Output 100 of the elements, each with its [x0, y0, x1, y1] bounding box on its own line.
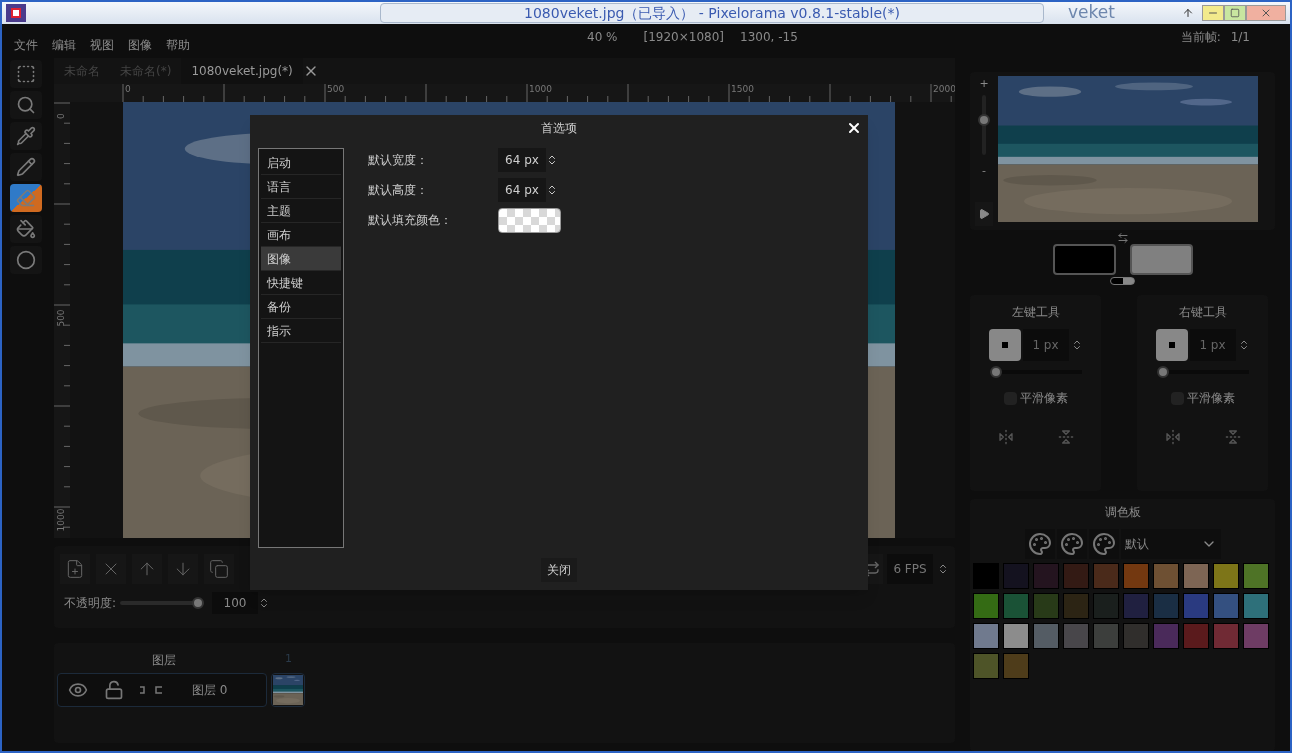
number-field[interactable]: 64 px — [498, 178, 546, 202]
color-swatch[interactable] — [1123, 593, 1149, 619]
brush-size-slider[interactable] — [1156, 365, 1249, 379]
tool-button[interactable] — [10, 153, 42, 181]
menu-item[interactable]: 文件 — [14, 36, 38, 54]
shading-icon — [16, 250, 36, 270]
reset-colors-toggle[interactable] — [1110, 277, 1135, 285]
ruler-label: 500 — [56, 308, 66, 329]
layer-action-button[interactable] — [96, 554, 126, 584]
add-file-icon — [65, 559, 85, 579]
zoom-out-label[interactable]: - — [982, 162, 986, 179]
color-button[interactable] — [1052, 244, 1116, 275]
color-swatch[interactable] — [1153, 623, 1179, 649]
category-item[interactable]: 快捷键 — [261, 271, 341, 295]
tool-button[interactable] — [10, 246, 42, 274]
slider-thumb[interactable] — [192, 597, 205, 609]
checkbox-label: 平滑像素 — [1019, 390, 1068, 407]
close-dialog-button[interactable]: 关闭 — [541, 558, 577, 582]
fps-field[interactable]: 6 FPS — [887, 554, 933, 584]
menu-item[interactable]: 编辑 — [52, 36, 76, 54]
opacity-field[interactable]: 100 — [212, 592, 259, 614]
brush-size-slider[interactable] — [989, 365, 1082, 379]
category-item[interactable]: 图像 — [261, 247, 341, 271]
color-swatch[interactable] — [1153, 563, 1179, 589]
color-swatch[interactable] — [1033, 593, 1059, 619]
menu-item[interactable]: 图像 — [128, 36, 152, 54]
layer-action-button[interactable] — [168, 554, 198, 584]
color-swatch[interactable] — [1243, 563, 1269, 589]
brush-button[interactable] — [988, 329, 1021, 361]
tool-button[interactable] — [10, 122, 42, 150]
brush-size-field[interactable]: 1 px — [1189, 329, 1236, 361]
layer-action-button[interactable] — [204, 554, 234, 584]
color-swatch[interactable] — [973, 653, 999, 679]
color-swatch[interactable] — [1003, 623, 1029, 649]
arrow-up-icon[interactable] — [1182, 7, 1194, 19]
zoom-slider[interactable] — [978, 94, 990, 155]
color-swatch[interactable] — [1243, 593, 1269, 619]
tool-button[interactable] — [10, 91, 42, 119]
color-swatch[interactable] — [1093, 563, 1119, 589]
layer-action-button[interactable] — [132, 554, 162, 584]
palette-button[interactable] — [1088, 529, 1119, 559]
color-swatch[interactable] — [973, 623, 999, 649]
eye-icon[interactable] — [66, 680, 90, 700]
category-item[interactable]: 语言 — [261, 175, 341, 199]
slider-thumb[interactable] — [989, 366, 1002, 378]
slider-thumb[interactable] — [1156, 366, 1169, 378]
color-swatch[interactable] — [1033, 563, 1059, 589]
color-swatch[interactable] — [1123, 623, 1149, 649]
color-swatch[interactable] — [1063, 623, 1089, 649]
category-item[interactable]: 启动 — [261, 151, 341, 175]
brush-size-field[interactable]: 1 px — [1022, 329, 1069, 361]
color-button[interactable] — [1129, 244, 1193, 275]
category-item[interactable]: 备份 — [261, 295, 341, 319]
close-icon[interactable] — [846, 120, 862, 136]
palette-dropdown[interactable]: 默认 — [1120, 529, 1221, 559]
tool-button[interactable] — [10, 60, 42, 88]
color-swatch[interactable] — [1003, 593, 1029, 619]
color-swatch[interactable] — [1033, 623, 1059, 649]
color-swatch[interactable] — [1003, 653, 1029, 679]
color-swatch[interactable] — [1153, 593, 1179, 619]
number-field[interactable]: 64 px — [498, 148, 546, 172]
layer-row[interactable]: 图层 0 — [57, 673, 267, 707]
panel-title: 左键工具 — [1011, 304, 1060, 321]
layer-action-button[interactable] — [60, 554, 90, 584]
minimize-button[interactable] — [1202, 5, 1224, 21]
color-swatch[interactable] — [1003, 563, 1029, 589]
menu-item[interactable]: 帮助 — [166, 36, 190, 54]
link-icon[interactable] — [138, 686, 164, 694]
color-swatch[interactable] — [1093, 593, 1119, 619]
ruler-label: 0 — [56, 112, 66, 121]
category-item[interactable]: 指示 — [261, 319, 341, 343]
play-button[interactable] — [975, 202, 993, 226]
color-swatch[interactable] — [1183, 623, 1209, 649]
color-swatch[interactable] — [1213, 563, 1239, 589]
color-swatch[interactable] — [1243, 623, 1269, 649]
color-swatch[interactable] — [1123, 563, 1149, 589]
tool-button[interactable] — [10, 215, 42, 243]
slider-thumb[interactable] — [978, 113, 990, 126]
play-icon — [978, 208, 990, 220]
category-item[interactable]: 主题 — [261, 199, 341, 223]
color-swatch[interactable] — [1213, 593, 1239, 619]
color-swatch[interactable] — [1183, 563, 1209, 589]
menu-item[interactable]: 视图 — [90, 36, 114, 54]
palette-button[interactable] — [1056, 529, 1087, 559]
color-picker-button[interactable] — [498, 207, 561, 233]
color-swatch[interactable] — [973, 593, 999, 619]
brush-button[interactable] — [1155, 329, 1188, 361]
color-swatch[interactable] — [1183, 593, 1209, 619]
frame-cell[interactable] — [271, 673, 305, 707]
ruler-label: 500 — [327, 84, 345, 94]
color-swatch[interactable] — [1063, 593, 1089, 619]
color-swatch[interactable] — [1093, 623, 1119, 649]
field-label: 默认填充颜色： — [368, 212, 453, 229]
palette-button[interactable] — [1024, 529, 1055, 559]
opacity-slider[interactable] — [120, 596, 205, 610]
unlock-icon[interactable] — [104, 680, 124, 700]
maximize-button[interactable] — [1224, 5, 1246, 21]
color-swatch[interactable] — [1213, 623, 1239, 649]
zoom-in-label[interactable]: + — [979, 76, 989, 93]
color-swatch[interactable] — [1063, 563, 1089, 589]
